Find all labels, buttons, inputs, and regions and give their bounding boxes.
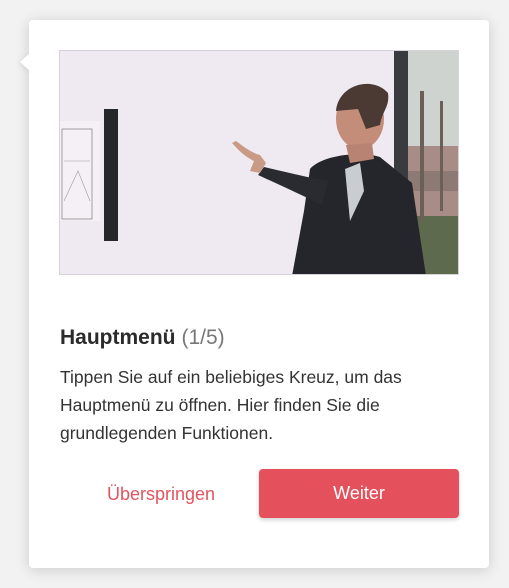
popover-pointer-arrow — [20, 53, 30, 71]
tour-title: Hauptmenü — [60, 326, 176, 349]
next-button[interactable]: Weiter — [259, 469, 459, 518]
skip-button[interactable]: Überspringen — [81, 470, 241, 518]
tour-description: Tippen Sie auf ein beliebiges Kreuz, um … — [60, 367, 402, 443]
onboarding-tour-popover: Hauptmenü (1/5) Tippen Sie auf ein belieb… — [20, 20, 489, 568]
tour-video-thumbnail — [59, 50, 459, 275]
tour-step-counter: (1/5) — [181, 326, 225, 349]
page-background: Hauptmenü (1/5) Tippen Sie auf ein belieb… — [0, 0, 509, 588]
presenter-illustration — [60, 51, 458, 274]
tour-title-row: Hauptmenü (1/5) — [60, 323, 225, 353]
